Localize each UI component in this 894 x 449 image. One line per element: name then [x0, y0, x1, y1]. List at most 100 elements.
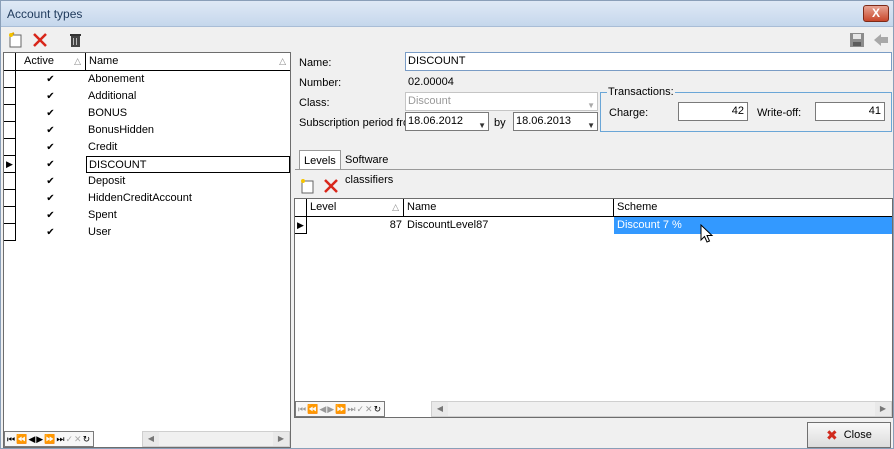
- next-record-icon[interactable]: ▶: [327, 404, 334, 415]
- chevron-down-icon: ▼: [478, 121, 486, 130]
- scheme-cell[interactable]: Discount 7 %: [614, 217, 892, 234]
- indicator-header: [295, 199, 307, 216]
- writeoff-label: Write-off:: [757, 107, 802, 119]
- scroll-left-icon[interactable]: ◀: [432, 402, 448, 416]
- trash-button[interactable]: [65, 30, 85, 50]
- table-row[interactable]: ✔ BONUS: [4, 105, 290, 122]
- new-record-button[interactable]: [5, 30, 25, 50]
- active-checkbox[interactable]: ✔: [45, 210, 56, 221]
- left-horizontal-scrollbar[interactable]: ◀ ▶: [142, 431, 290, 447]
- table-row[interactable]: ✔ BonusHidden: [4, 122, 290, 139]
- account-type-name: DISCOUNT: [86, 156, 290, 173]
- table-row-selected[interactable]: ▶ ✔ DISCOUNT: [4, 156, 290, 173]
- table-row[interactable]: ▶ 87 DiscountLevel87 Discount 7 %: [295, 217, 892, 234]
- cancel-icon[interactable]: ✕: [74, 434, 81, 445]
- table-row[interactable]: ✔ User: [4, 224, 290, 241]
- active-checkbox[interactable]: ✔: [45, 159, 56, 170]
- name-input[interactable]: DISCOUNT: [405, 52, 892, 71]
- prev-record-icon[interactable]: ◀: [319, 404, 326, 415]
- name-label: Name:: [299, 57, 332, 69]
- writeoff-input[interactable]: 41: [815, 102, 885, 121]
- levels-grid: Level △ Name Scheme ▶ 87 DiscountLevel87…: [294, 198, 893, 418]
- account-type-name: Spent: [88, 209, 117, 221]
- prev-page-icon[interactable]: ⏪: [16, 434, 27, 445]
- close-button-label: Close: [843, 429, 872, 441]
- table-row[interactable]: ✔ HiddenCreditAccount: [4, 190, 290, 207]
- active-checkbox[interactable]: ✔: [45, 108, 56, 119]
- table-row[interactable]: ✔ Deposit: [4, 173, 290, 190]
- column-header-name[interactable]: Name: [404, 199, 614, 216]
- next-page-icon[interactable]: ⏩: [44, 434, 55, 445]
- close-button[interactable]: ✖ Close: [807, 422, 891, 448]
- delete-level-button[interactable]: [321, 176, 341, 196]
- tab-divider: [295, 169, 893, 170]
- class-label: Class:: [299, 97, 330, 109]
- prev-page-icon[interactable]: ⏪: [307, 404, 318, 415]
- cancel-icon[interactable]: ✕: [365, 404, 372, 415]
- save-icon: [850, 33, 864, 47]
- period-to-date[interactable]: 18.06.2013 ▼: [513, 112, 598, 131]
- table-row[interactable]: ✔ Spent: [4, 207, 290, 224]
- left-grid-navigator: ⏮ ⏪ ◀ ▶ ⏩ ⏭ ✓ ✕ ↻: [4, 431, 95, 447]
- next-page-icon[interactable]: ⏩: [335, 404, 346, 415]
- column-header-level[interactable]: Level △: [307, 199, 404, 216]
- account-type-name: Credit: [88, 141, 118, 153]
- class-dropdown-value: Discount: [408, 95, 451, 107]
- refresh-icon[interactable]: ↻: [374, 404, 381, 415]
- next-record-icon[interactable]: ▶: [36, 434, 43, 445]
- levels-horizontal-scrollbar[interactable]: ◀ ▶: [431, 401, 892, 417]
- active-checkbox[interactable]: ✔: [45, 91, 56, 102]
- table-row[interactable]: ✔ Abonement: [4, 71, 290, 88]
- refresh-icon[interactable]: ↻: [83, 434, 90, 445]
- active-checkbox[interactable]: ✔: [45, 227, 56, 238]
- first-record-icon[interactable]: ⏮: [7, 434, 15, 445]
- tab-software-classifiers[interactable]: Software classifiers: [341, 150, 397, 186]
- post-icon[interactable]: ✓: [357, 404, 364, 415]
- first-record-icon[interactable]: ⏮: [298, 404, 306, 415]
- prev-record-icon[interactable]: ◀: [28, 434, 35, 445]
- active-checkbox[interactable]: ✔: [45, 74, 56, 85]
- row-indicator: [4, 71, 16, 88]
- class-dropdown[interactable]: Discount ▼: [405, 92, 598, 111]
- row-indicator: [4, 173, 16, 190]
- column-header-name[interactable]: Name △: [86, 53, 290, 70]
- column-header-name-label: Name: [89, 55, 119, 67]
- column-header-active-label: Active: [24, 55, 54, 67]
- back-icon: [874, 34, 888, 46]
- row-indicator: [4, 105, 16, 122]
- navigator-buttons: ⏮ ⏪ ◀ ▶ ⏩ ⏭ ✓ ✕ ↻: [4, 431, 95, 447]
- scroll-right-icon[interactable]: ▶: [875, 402, 891, 416]
- back-button[interactable]: [871, 30, 891, 50]
- active-checkbox[interactable]: ✔: [45, 125, 56, 136]
- scroll-left-icon[interactable]: ◀: [143, 432, 159, 446]
- row-indicator: [4, 139, 16, 156]
- column-header-name-label: Name: [407, 201, 437, 213]
- save-button[interactable]: [847, 30, 867, 50]
- row-indicator: [4, 224, 16, 241]
- account-type-name: Deposit: [88, 175, 126, 187]
- trash-icon: [70, 34, 81, 47]
- tab-levels[interactable]: Levels: [299, 150, 341, 170]
- period-to-value: 18.06.2013: [516, 115, 572, 127]
- new-level-button[interactable]: [297, 176, 317, 196]
- column-header-scheme-label: Scheme: [617, 201, 658, 213]
- number-value: 02.00004: [408, 76, 454, 88]
- title-bar: Account types X: [1, 1, 893, 27]
- account-type-name: User: [88, 226, 112, 238]
- active-checkbox[interactable]: ✔: [45, 176, 56, 187]
- last-record-icon[interactable]: ⏭: [56, 434, 64, 445]
- table-row[interactable]: ✔ Credit: [4, 139, 290, 156]
- active-checkbox[interactable]: ✔: [45, 193, 56, 204]
- last-record-icon[interactable]: ⏭: [347, 404, 355, 415]
- column-header-active[interactable]: Active △: [16, 53, 86, 70]
- post-icon[interactable]: ✓: [66, 434, 73, 445]
- delete-record-button[interactable]: [30, 30, 50, 50]
- scroll-right-icon[interactable]: ▶: [273, 432, 289, 446]
- charge-input[interactable]: 42: [678, 102, 748, 121]
- period-from-date[interactable]: 18.06.2012 ▼: [405, 112, 489, 131]
- table-row[interactable]: ✔ Additional: [4, 88, 290, 105]
- window-close-button[interactable]: X: [863, 5, 889, 22]
- indicator-header: [4, 53, 16, 70]
- active-checkbox[interactable]: ✔: [45, 142, 56, 153]
- column-header-scheme[interactable]: Scheme: [614, 199, 892, 216]
